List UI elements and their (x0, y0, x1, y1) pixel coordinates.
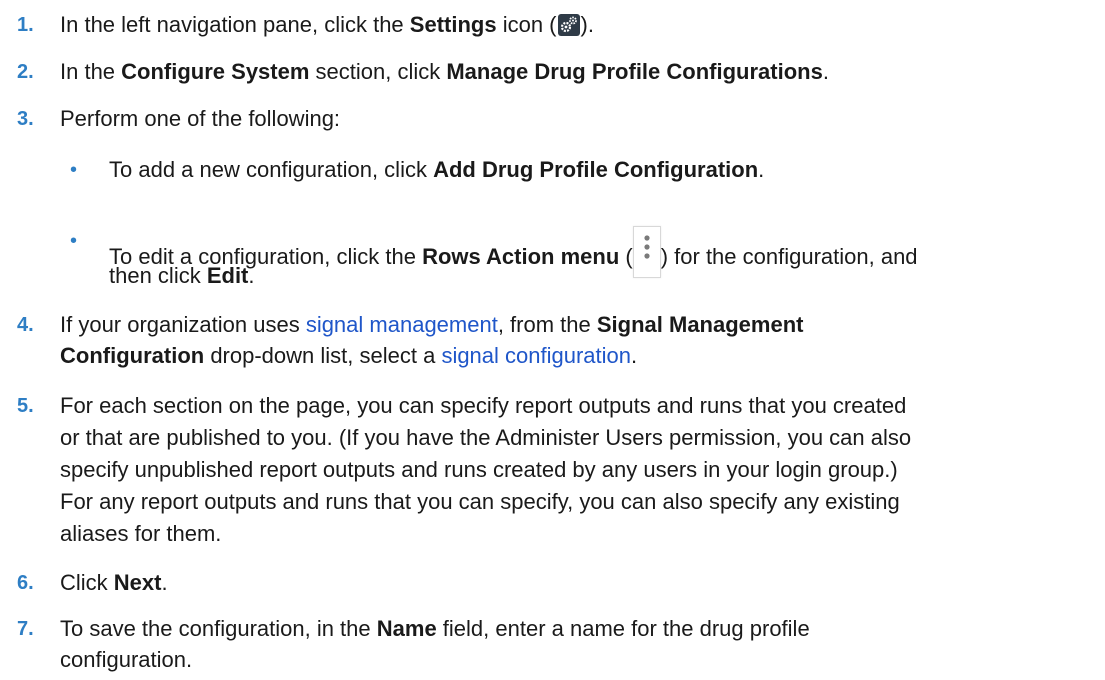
step-number: 6. (17, 572, 34, 594)
step-text: In the left navigation pane, click the S… (60, 12, 594, 37)
bullet-marker: • (70, 159, 78, 181)
step-text: If your organization uses signal managem… (60, 312, 804, 337)
step-text-line: For each section on the page, you can sp… (60, 393, 907, 418)
step-text: In the Configure System section, click M… (60, 59, 829, 84)
step-text-line: For any report outputs and runs that you… (60, 489, 900, 514)
gear-icon (557, 14, 580, 36)
step-number: 4. (17, 314, 34, 336)
step-number: 1. (17, 14, 34, 36)
step-number: 3. (17, 108, 34, 130)
step-text-line: specify unpublished report outputs and r… (60, 457, 898, 482)
step-number: 7. (17, 618, 34, 640)
signal-management-link[interactable]: signal management (306, 312, 498, 337)
bullet-marker: • (70, 230, 78, 252)
step-text: Perform one of the following: (60, 106, 341, 131)
signal-configuration-link[interactable]: signal configuration (441, 343, 631, 368)
step-text: To save the configuration, in the Name f… (60, 616, 810, 641)
step-number: 2. (17, 61, 34, 83)
step-number: 5. (17, 395, 34, 417)
step-text: Click Next. (60, 570, 168, 595)
step-text-line: or that are published to you. (If you ha… (60, 425, 912, 450)
step-text: configuration. (60, 647, 193, 672)
bullet-text: To add a new configuration, click Add Dr… (109, 157, 765, 182)
settings-label: Settings (409, 12, 497, 37)
step-text-line: aliases for them. (60, 521, 222, 546)
